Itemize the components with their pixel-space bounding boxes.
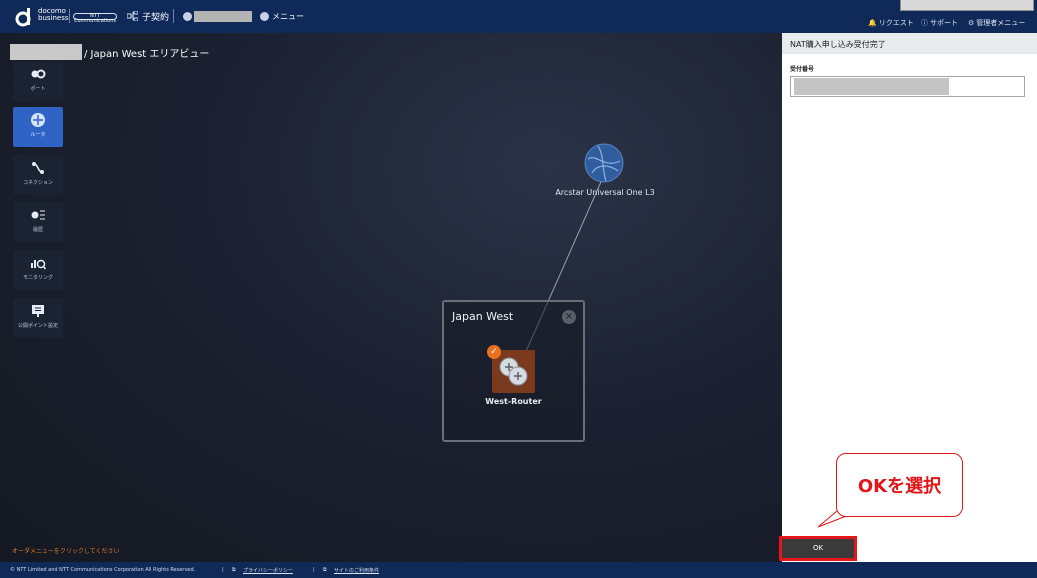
footer: © NTT Limited and NTT Communications Cor… [0, 562, 1037, 578]
sidebar-item-label: 公開ポイント設定 [17, 323, 58, 329]
port-icon [31, 69, 46, 79]
monitoring-icon [31, 259, 46, 270]
area-box-japan-west[interactable]: Japan West × ✓ West-Router [442, 300, 585, 442]
breadcrumb: / Japan West エリアビュー [84, 49, 210, 60]
check-icon: ✓ [487, 345, 501, 359]
support-link[interactable]: ⓘ サポート [921, 18, 958, 28]
admin-menu-link[interactable]: ⚙ 管理者メニュー [968, 18, 1025, 28]
privacy-policy-link[interactable]: プライバシーポリシー [243, 567, 293, 574]
sidebar-item-public-point[interactable]: 公開ポイント設定 [13, 298, 63, 338]
receipt-number-label: 受付番号 [790, 66, 815, 73]
help-icon: ⓘ [921, 19, 928, 27]
footer-divider: | [313, 567, 315, 573]
sidebar-item-label: コネクション [22, 180, 53, 186]
terms-of-use-link[interactable]: サイトのご利用条件 [334, 567, 379, 574]
sidebar-item-history[interactable]: 履歴 [13, 202, 63, 242]
masked-top-box [900, 0, 1034, 11]
sidebar-item-label: モニタリング [22, 275, 53, 281]
router-icon [31, 113, 45, 127]
user-icon [183, 12, 192, 21]
area-title: Japan West [452, 310, 514, 323]
cloud-network-icon[interactable] [584, 143, 624, 183]
docomo-business-logo: docomo business [38, 7, 69, 22]
external-link-icon: ⧉ [323, 567, 327, 573]
ok-button[interactable]: OK [779, 536, 857, 561]
router-label: West-Router [485, 397, 542, 406]
sidebar-item-label: 履歴 [32, 227, 43, 233]
sidebar-item-label: ポート [30, 86, 46, 92]
bell-icon: 🔔 [868, 19, 877, 27]
copyright-text: © NTT Limited and NTT Communications Cor… [10, 567, 196, 573]
instruction-callout: OKを選択 [836, 453, 963, 517]
panel-header: NAT購入申し込み受付完了 [782, 33, 1037, 54]
connection-icon [32, 162, 44, 174]
footer-divider: | [222, 567, 224, 573]
contract-tree-icon [127, 11, 138, 21]
request-link[interactable]: 🔔 リクエスト [868, 18, 914, 28]
gear-icon: ⚙ [968, 19, 975, 27]
order-menu-hint: オーダメニューをクリックしてください [12, 548, 120, 555]
masked-user-name[interactable] [194, 11, 252, 22]
sidebar-item-connection[interactable]: コネクション [13, 155, 63, 195]
sidebar-item-router[interactable]: ルータ [13, 107, 63, 147]
masked-receipt-number [794, 78, 949, 95]
sidebar-item-monitoring[interactable]: モニタリング [13, 250, 63, 290]
sidebar-item-port[interactable]: ポート [13, 61, 63, 101]
history-icon [31, 210, 45, 220]
docomo-logo-icon[interactable] [14, 6, 36, 28]
logo-divider [69, 9, 70, 23]
public-point-icon [32, 305, 44, 317]
cloud-node-label: Arcstar Universal One L3 [555, 188, 655, 197]
breadcrumb-masked[interactable] [10, 44, 82, 60]
callout-text: OKを選択 [857, 476, 942, 497]
menu-icon [260, 12, 269, 21]
menu-button[interactable]: メニュー [272, 11, 304, 22]
receipt-number-field[interactable] [790, 76, 1025, 97]
child-contract-link[interactable]: 子契約 [142, 10, 169, 23]
panel-title: NAT購入申し込み受付完了 [790, 40, 886, 49]
topology-canvas [0, 33, 782, 562]
sidebar-item-label: ルータ [30, 132, 46, 138]
close-icon[interactable]: × [562, 310, 576, 324]
external-link-icon: ⧉ [232, 567, 236, 573]
header-divider [173, 9, 174, 23]
top-header: docomo business NTT Communications 子契約 メ… [0, 0, 1037, 33]
ntt-communications-logo: NTT Communications [73, 13, 117, 24]
